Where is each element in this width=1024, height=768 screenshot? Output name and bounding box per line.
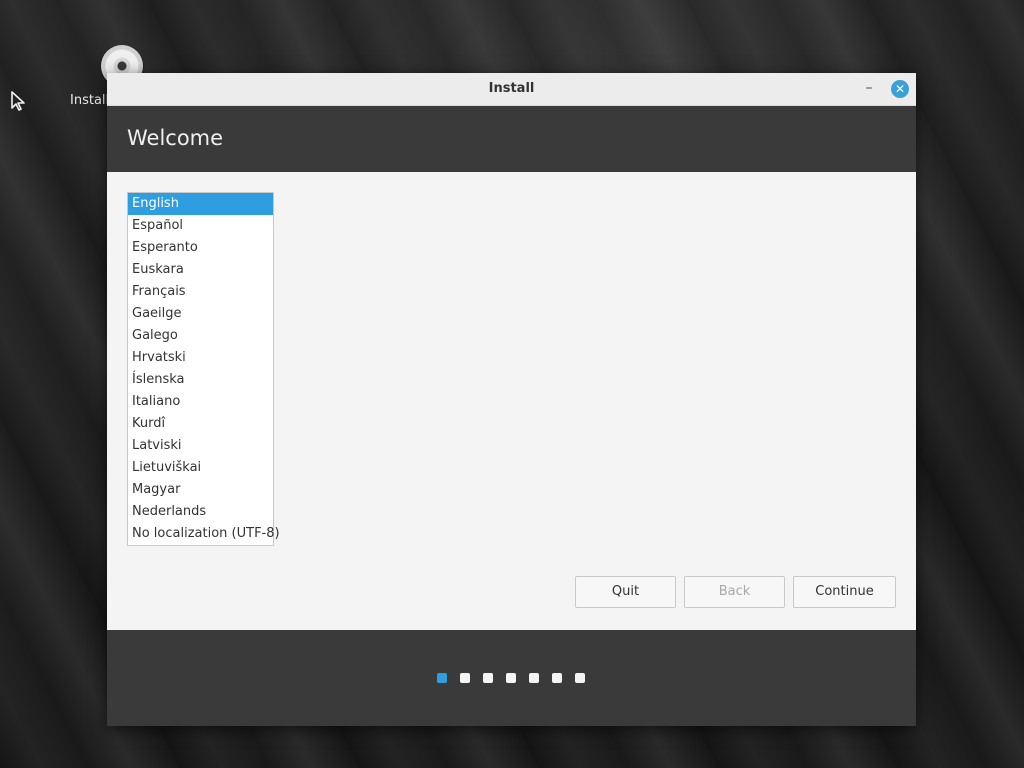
language-item[interactable]: Esperanto bbox=[128, 237, 273, 259]
mouse-cursor-icon bbox=[11, 91, 25, 111]
language-item[interactable]: English bbox=[128, 193, 273, 215]
window-titlebar[interactable]: Install – ✕ bbox=[107, 73, 916, 106]
language-item[interactable]: Euskara bbox=[128, 259, 273, 281]
language-item[interactable]: Íslenska bbox=[128, 369, 273, 391]
language-item[interactable]: Français bbox=[128, 281, 273, 303]
language-item[interactable]: Galego bbox=[128, 325, 273, 347]
language-item[interactable]: Magyar bbox=[128, 479, 273, 501]
continue-button[interactable]: Continue bbox=[793, 576, 896, 608]
close-button[interactable]: ✕ bbox=[891, 80, 909, 98]
language-list[interactable]: English Español Esperanto Euskara Français Ga… bbox=[127, 192, 280, 546]
language-item[interactable]: No localization (UTF-8) bbox=[128, 523, 280, 545]
step-dot bbox=[552, 673, 562, 683]
step-dot bbox=[506, 673, 516, 683]
minimize-button[interactable]: – bbox=[860, 79, 878, 97]
language-item[interactable]: Hrvatski bbox=[128, 347, 273, 369]
installer-window: Install – ✕ Welcome English Español Espera… bbox=[107, 73, 916, 726]
language-item[interactable]: Italiano bbox=[128, 391, 273, 413]
content-area: English Español Esperanto Euskara Français Ga… bbox=[107, 172, 916, 630]
language-item[interactable]: Lietuviškai bbox=[128, 457, 273, 479]
back-button[interactable]: Back bbox=[684, 576, 785, 608]
language-item[interactable]: Nederlands bbox=[128, 501, 273, 523]
language-item[interactable]: Latviski bbox=[128, 435, 273, 457]
step-dot bbox=[483, 673, 493, 683]
language-item[interactable]: Español bbox=[128, 215, 273, 237]
quit-button[interactable]: Quit bbox=[575, 576, 676, 608]
page-header: Welcome bbox=[107, 106, 916, 172]
step-dot bbox=[437, 673, 447, 683]
language-item[interactable]: Kurdî bbox=[128, 413, 273, 435]
window-title: Install bbox=[488, 81, 535, 96]
progress-footer bbox=[107, 630, 916, 726]
step-dot bbox=[529, 673, 539, 683]
step-indicator bbox=[437, 673, 598, 683]
language-item[interactable]: Gaeilge bbox=[128, 303, 273, 325]
desktop-icon-label[interactable]: Install bbox=[70, 93, 109, 108]
step-dot bbox=[575, 673, 585, 683]
step-dot bbox=[460, 673, 470, 683]
page-title: Welcome bbox=[127, 126, 224, 150]
